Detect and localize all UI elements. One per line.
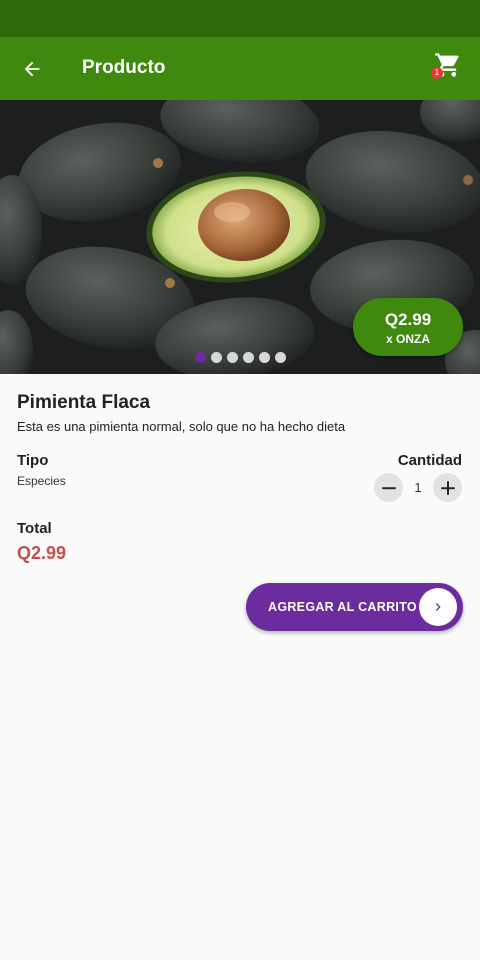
product-image-carousel[interactable]: Q2.99 x ONZA (0, 100, 480, 374)
product-name: Pimienta Flaca (17, 392, 151, 413)
carousel-dot[interactable] (243, 352, 254, 363)
total-value: Q2.99 (17, 543, 67, 563)
plus-icon (440, 480, 455, 495)
total-label: Total (17, 520, 52, 537)
decrease-quantity-button[interactable] (374, 473, 403, 502)
cart-button[interactable]: 1 (430, 47, 470, 87)
quantity-label: Cantidad (397, 452, 462, 469)
price-value: Q2.99 (384, 310, 432, 329)
type-label: Tipo (17, 452, 49, 469)
carousel-dot[interactable] (227, 352, 238, 363)
quantity-value: 1 (414, 480, 422, 495)
carousel-dot[interactable] (195, 352, 206, 363)
carousel-dot[interactable] (211, 352, 222, 363)
add-to-cart-label: AGREGAR AL CARRITO (268, 600, 417, 614)
type-value: Especies (17, 474, 66, 488)
add-to-cart-button[interactable]: AGREGAR AL CARRITO (246, 583, 463, 631)
product-description: Esta es una pimienta normal, solo que no… (17, 419, 346, 434)
carousel-dot[interactable] (275, 352, 286, 363)
carousel-indicator (195, 352, 286, 363)
back-button[interactable] (12, 49, 52, 89)
chevron-right-icon (419, 588, 457, 626)
price-unit: x ONZA (385, 332, 430, 346)
price-badge: Q2.99 x ONZA (353, 298, 463, 356)
carousel-dot[interactable] (259, 352, 270, 363)
arrow-left-icon (24, 61, 40, 77)
cart-count-badge: 1 (431, 67, 443, 79)
status-bar (0, 0, 480, 37)
app-bar: Producto 1 (0, 37, 480, 100)
minus-icon (381, 486, 396, 489)
increase-quantity-button[interactable] (433, 473, 462, 502)
page-title: Producto (82, 57, 166, 78)
